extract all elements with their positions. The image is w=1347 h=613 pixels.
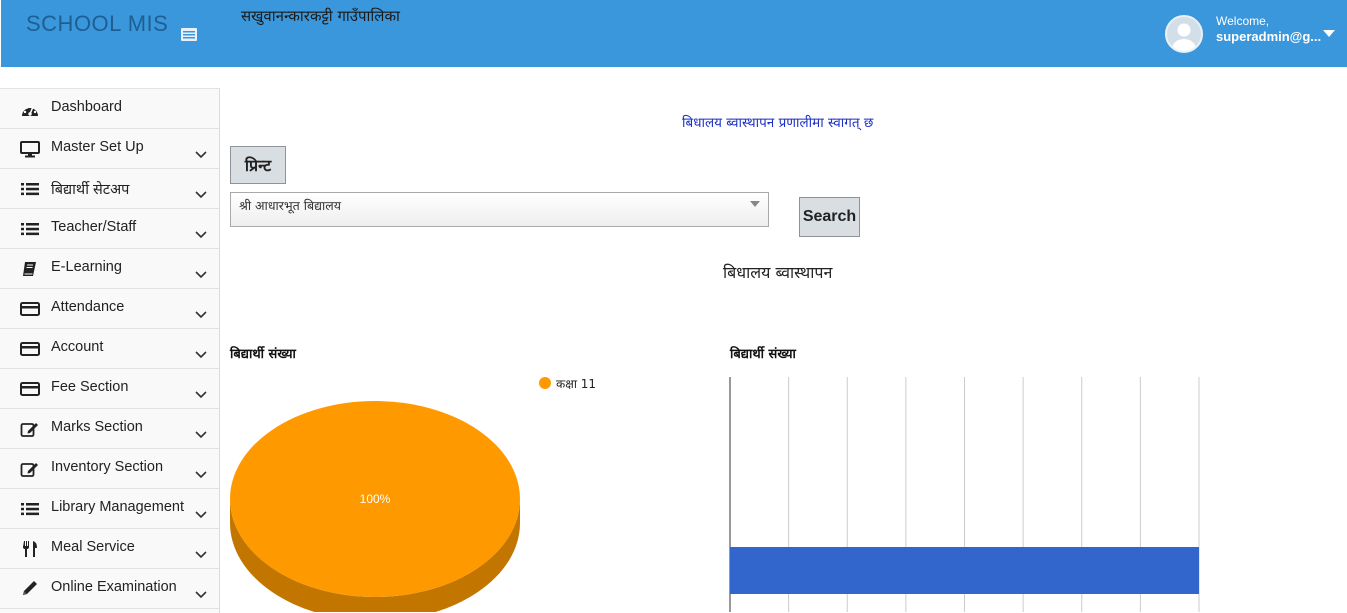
- chevron-down-icon: [195, 424, 207, 439]
- sidebar-item[interactable]: Master Set Up: [0, 129, 219, 169]
- menu-toggle-icon[interactable]: [181, 28, 197, 41]
- user-avatar[interactable]: [1165, 15, 1203, 53]
- sidebar-item-label: बिद्यार्थी सेटअप: [51, 182, 130, 198]
- sidebar-item[interactable]: E-Learning: [0, 249, 219, 289]
- chevron-down-icon: [195, 224, 207, 239]
- sidebar-item[interactable]: Dashboard: [0, 89, 219, 129]
- pie-slice-label: 100%: [360, 492, 391, 506]
- list-icon: [20, 500, 40, 518]
- sidebar-item-label: Library Management: [51, 499, 184, 515]
- search-button[interactable]: Search: [799, 197, 860, 237]
- book-icon: [20, 260, 40, 278]
- print-button[interactable]: प्रिन्ट: [230, 146, 286, 184]
- sidebar-item-label: Attendance: [51, 299, 125, 315]
- chevron-down-icon: [195, 264, 207, 279]
- chevron-down-icon: [195, 144, 207, 159]
- bar[interactable]: [730, 547, 1199, 594]
- sidebar-item-label: E-Learning: [51, 259, 122, 275]
- pencil-icon: [20, 580, 40, 598]
- welcome-block[interactable]: Welcome, superadmin@g...: [1216, 14, 1321, 46]
- sidebar-item-label: Inventory Section: [51, 459, 164, 475]
- list-icon: [20, 220, 40, 238]
- card-icon: [20, 380, 40, 398]
- sidebar-item[interactable]: Meal Service: [0, 529, 219, 569]
- sidebar-item-label: Meal Service: [51, 539, 135, 555]
- list-icon: [20, 180, 40, 198]
- chevron-down-icon: [750, 201, 760, 207]
- chevron-down-icon: [195, 384, 207, 399]
- welcome-message: बिधालय ब्वास्थापन प्रणालीमा स्वागत् छ: [682, 115, 874, 131]
- chevron-down-icon: [195, 304, 207, 319]
- sidebar-item[interactable]: Attendance: [0, 289, 219, 329]
- sidebar-item-label: Account: [51, 339, 104, 355]
- sidebar-item-label: Teacher/Staff: [51, 219, 137, 235]
- section-title: बिधालय ब्वास्थापन: [723, 263, 833, 282]
- sidebar-item-label: Fee Section: [51, 379, 129, 395]
- sidebar-item[interactable]: Inventory Section: [0, 449, 219, 489]
- school-select-value: श्री आधारभूत बिद्यालय: [239, 198, 341, 213]
- sidebar-item[interactable]: Library Management: [0, 489, 219, 529]
- desktop-icon: [20, 140, 40, 158]
- welcome-label: Welcome,: [1216, 14, 1270, 28]
- sidebar-item-label: Dashboard: [51, 99, 122, 115]
- app-brand[interactable]: SCHOOL MIS: [26, 11, 168, 37]
- sidebar-item[interactable]: Online Examination: [0, 569, 219, 609]
- top-navbar: SCHOOL MIS सखुवानन्कारकट्टी गाउँपालिका W…: [1, 0, 1347, 67]
- bar-chart: [729, 377, 1200, 612]
- sidebar-item-label: Master Set Up: [51, 139, 144, 155]
- user-name: superadmin@g...: [1216, 29, 1322, 44]
- sidebar-item[interactable]: Account: [0, 329, 219, 369]
- sidebar-item[interactable]: बिद्यार्थी सेटअप: [0, 169, 219, 209]
- chevron-down-icon: [195, 184, 207, 199]
- chevron-down-icon: [195, 344, 207, 359]
- user-avatar-icon: [1172, 23, 1196, 51]
- utensils-icon: [20, 540, 40, 558]
- sidebar-item[interactable]: Marks Section: [0, 409, 219, 449]
- pie-chart: 100%: [230, 401, 520, 612]
- sidebar: Dashboard Master Set Up बिद्यार्थी सेटअप Te…: [0, 88, 220, 613]
- main-content: बिधालय ब्वास्थापन प्रणालीमा स्वागत् छ प्…: [220, 67, 1347, 612]
- dashboard-icon: [20, 100, 40, 118]
- chevron-down-icon: [195, 504, 207, 519]
- sidebar-item[interactable]: Teacher/Staff: [0, 209, 219, 249]
- pie-legend-label[interactable]: कक्षा 11: [556, 375, 596, 392]
- chevron-down-icon: [195, 464, 207, 479]
- sidebar-item[interactable]: Fee Section: [0, 369, 219, 409]
- sidebar-item-label: Marks Section: [51, 419, 143, 435]
- card-icon: [20, 300, 40, 318]
- chevron-down-icon: [195, 544, 207, 559]
- edit-icon: [20, 460, 40, 478]
- user-dropdown-caret-icon[interactable]: [1323, 30, 1335, 38]
- sidebar-item-label: Online Examination: [51, 579, 177, 595]
- edit-icon: [20, 420, 40, 438]
- school-select[interactable]: श्री आधारभूत बिद्यालय: [230, 192, 769, 227]
- bar-chart-title: बिद्यार्थी संख्या: [730, 347, 796, 362]
- pie-chart-title: बिद्यार्थी संख्या: [230, 347, 296, 362]
- card-icon: [20, 340, 40, 358]
- chevron-down-icon: [195, 584, 207, 599]
- org-name: सखुवानन्कारकट्टी गाउँपालिका: [241, 7, 400, 25]
